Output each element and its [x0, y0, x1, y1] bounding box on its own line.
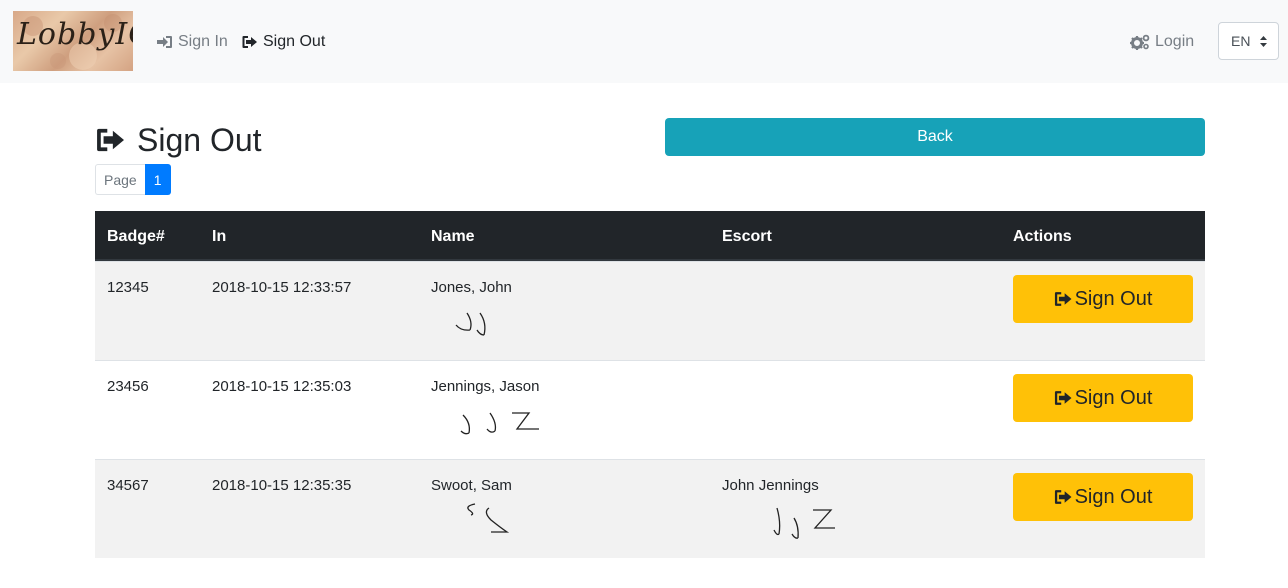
sign-out-icon	[1054, 292, 1072, 306]
escort-cell: John Jennings	[722, 477, 819, 494]
nav-login[interactable]: Login	[1130, 32, 1194, 52]
table-header: Badge# In Name Escort Actions	[95, 211, 1205, 261]
column-header-in: In	[212, 228, 227, 245]
signed-in-table: Badge# In Name Escort Actions 12345 2018…	[95, 211, 1205, 558]
brand-text: LobbyIO	[17, 17, 133, 52]
visitor-signature	[460, 412, 539, 435]
sign-out-button-label: Sign Out	[1074, 386, 1153, 409]
nav-sign-in[interactable]: Sign In	[157, 32, 228, 52]
brand-logo[interactable]: LobbyIO	[13, 11, 133, 71]
navbar: LobbyIO Sign In Sign Out Login EN	[0, 0, 1288, 83]
back-button[interactable]: Back	[665, 118, 1205, 156]
in-time-cell: 2018-10-15 12:33:57	[212, 279, 352, 296]
column-header-escort: Escort	[722, 228, 772, 245]
sign-out-button-label: Sign Out	[1074, 485, 1153, 508]
select-caret-icon	[1260, 36, 1267, 47]
sign-out-button[interactable]: Sign Out	[1013, 374, 1193, 422]
cogs-icon	[1130, 34, 1150, 50]
nav-sign-out[interactable]: Sign Out	[242, 32, 325, 52]
name-cell: Swoot, Sam	[431, 477, 512, 494]
sign-out-button-label: Sign Out	[1074, 287, 1153, 310]
sign-out-icon	[1054, 490, 1072, 504]
nav-login-label: Login	[1155, 33, 1195, 50]
nav-sign-in-label: Sign In	[178, 33, 228, 50]
escort-signature	[773, 507, 835, 539]
sign-out-icon	[97, 128, 124, 152]
sign-out-icon	[242, 36, 257, 48]
visitor-signature	[467, 503, 510, 533]
table-row: 34567 2018-10-15 12:35:35 Swoot, Sam Joh…	[95, 459, 1205, 558]
table-row: 23456 2018-10-15 12:35:03 Jennings, Jaso…	[95, 360, 1205, 459]
table-row: 12345 2018-10-15 12:33:57 Jones, John Si…	[95, 261, 1205, 360]
pagination: Page 1	[95, 164, 171, 195]
visitor-signature	[455, 312, 486, 336]
sign-in-icon	[157, 36, 172, 48]
column-header-actions: Actions	[1013, 228, 1072, 245]
name-cell: Jennings, Jason	[431, 378, 540, 395]
sign-out-icon	[1054, 391, 1072, 405]
in-time-cell: 2018-10-15 12:35:03	[212, 378, 352, 395]
language-value: EN	[1231, 33, 1251, 49]
in-time-cell: 2018-10-15 12:35:35	[212, 477, 352, 494]
sign-out-button[interactable]: Sign Out	[1013, 473, 1193, 521]
column-header-name: Name	[431, 228, 475, 245]
nav-sign-out-label: Sign Out	[263, 33, 326, 50]
badge-cell: 23456	[107, 378, 149, 395]
pagination-page-1[interactable]: 1	[144, 164, 171, 195]
name-cell: Jones, John	[431, 279, 512, 296]
badge-cell: 12345	[107, 279, 149, 296]
badge-cell: 34567	[107, 477, 149, 494]
pagination-label: Page	[95, 164, 145, 195]
sign-out-button[interactable]: Sign Out	[1013, 275, 1193, 323]
language-select[interactable]: EN	[1218, 22, 1279, 60]
column-header-badge: Badge#	[107, 228, 165, 245]
page-title: Sign Out	[95, 120, 262, 160]
page-title-text: Sign Out	[137, 121, 262, 158]
